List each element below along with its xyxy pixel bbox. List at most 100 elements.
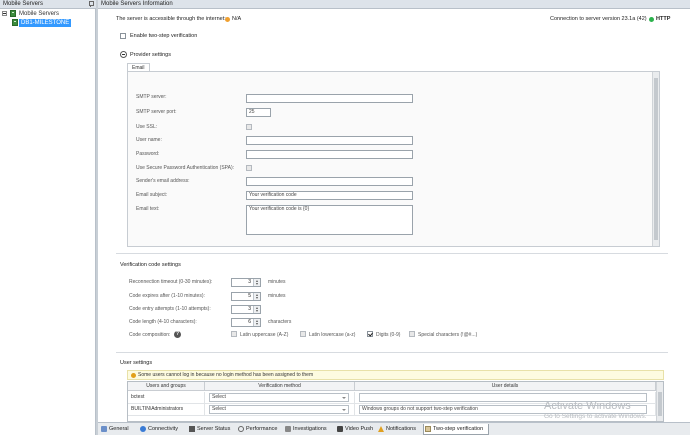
reconnection-unit: minutes — [268, 279, 286, 285]
code-attempts-label: Code entry attempts (1-10 attempts): — [129, 306, 211, 312]
envelope-icon — [425, 426, 431, 432]
table-row-user[interactable]: BUILTIN\Administrators — [128, 404, 205, 416]
provider-scroll-thumb[interactable] — [654, 78, 658, 240]
activate-windows-subtitle: Go to Settings to activate Windows. — [544, 413, 647, 420]
use-ssl-label: Use SSL: — [136, 124, 158, 130]
user-name-label: User name: — [136, 137, 162, 143]
code-attempts-stepper[interactable]: 3 — [231, 305, 261, 314]
divider — [116, 253, 668, 254]
tab-video-push[interactable]: Video Push — [336, 424, 373, 435]
email-text-input[interactable]: Your verification code is {0} — [246, 205, 413, 235]
reconnection-timeout-value: 3 — [248, 279, 251, 285]
latin-lowercase-checkbox[interactable] — [300, 331, 306, 337]
grid-scrollbar[interactable] — [656, 382, 663, 421]
warning-icon — [131, 373, 136, 378]
mobile-server-icon — [12, 19, 18, 26]
digits-checkbox[interactable] — [367, 331, 373, 337]
column-header-users[interactable]: Users and groups — [128, 382, 205, 391]
column-header-method[interactable]: Verification method — [205, 382, 355, 391]
tab-two-step-verification[interactable]: Two-step verification — [423, 424, 489, 435]
video-icon — [337, 426, 343, 432]
verification-method-select[interactable]: Select — [209, 405, 349, 414]
bottom-tab-bar: General Connectivity Server Status Perfo… — [98, 422, 690, 435]
login-warning-bar: Some users cannot log in because no logi… — [127, 370, 664, 380]
code-expire-label: Code expires after (1-10 minutes): — [129, 293, 205, 299]
globe-icon — [140, 426, 146, 432]
smtp-port-label: SMTP server port: — [136, 109, 177, 115]
enable-two-step-label: Enable two-step verification — [130, 33, 198, 39]
spa-label: Use Secure Password Authentication (SPA)… — [136, 165, 235, 171]
code-length-value: 6 — [248, 319, 251, 325]
server-status-icon — [189, 426, 195, 432]
grid-scroll-thumb[interactable] — [658, 392, 662, 416]
latin-uppercase-checkbox[interactable] — [231, 331, 237, 337]
code-length-stepper[interactable]: 6 — [231, 318, 261, 327]
server-tree: Mobile Servers DB1-MILESTONE — [0, 9, 96, 435]
special-characters-checkbox[interactable] — [409, 331, 415, 337]
user-name-input[interactable] — [246, 136, 413, 145]
chevron-down-icon — [342, 409, 346, 411]
sender-email-input[interactable] — [246, 177, 413, 186]
collapse-section-icon[interactable] — [120, 51, 127, 58]
activate-windows-title: Activate Windows — [544, 400, 631, 412]
column-header-details[interactable]: User details — [355, 382, 656, 391]
use-ssl-checkbox[interactable] — [246, 124, 252, 130]
email-subject-input[interactable]: Your verification code — [246, 191, 413, 200]
stepper-arrows-icon[interactable] — [253, 279, 260, 286]
help-icon[interactable]: ? — [174, 331, 181, 338]
right-pane-title-text: Mobile Servers Information — [101, 1, 173, 7]
table-row-method[interactable]: Select — [205, 404, 355, 416]
tab-general[interactable]: General — [100, 424, 129, 435]
tab-performance[interactable]: Performance — [237, 424, 278, 435]
internet-status-value: N/A — [232, 16, 242, 22]
tab-notifications[interactable]: Notifications — [377, 424, 416, 435]
chevron-down-icon — [342, 397, 346, 399]
pin-icon[interactable] — [88, 1, 94, 7]
code-expire-value: 5 — [248, 293, 251, 299]
server-information-panel: The server is accessible through the int… — [98, 9, 690, 422]
collapse-icon[interactable] — [2, 11, 7, 16]
reconnection-timeout-stepper[interactable]: 3 — [231, 278, 261, 287]
special-characters-label: Special characters (!@#...) — [418, 332, 478, 338]
user-settings-title: User settings — [120, 360, 153, 366]
left-pane-title: Mobile Servers — [0, 0, 97, 9]
stepper-arrows-icon[interactable] — [253, 319, 260, 326]
smtp-port-input[interactable]: 25 — [246, 108, 271, 117]
connection-dot-icon — [649, 17, 654, 22]
table-row-method[interactable]: Select — [205, 392, 355, 404]
code-composition-label: Code composition: — [129, 332, 171, 338]
tab-server-status[interactable]: Server Status — [188, 424, 230, 435]
divider — [116, 352, 668, 353]
sender-email-label: Sender's email address: — [136, 178, 190, 184]
email-text-label: Email text: — [136, 206, 160, 212]
enable-two-step-checkbox[interactable] — [120, 33, 126, 39]
gauge-icon — [238, 426, 244, 432]
reconnection-timeout-label: Reconnection timeout (0-30 minutes): — [129, 279, 213, 285]
password-input[interactable] — [246, 150, 413, 159]
stepper-arrows-icon[interactable] — [253, 306, 260, 313]
smtp-server-label: SMTP server: — [136, 94, 167, 100]
connection-status: Connection to server version 23.1a (42) — [550, 16, 647, 22]
provider-scrollbar[interactable] — [652, 72, 659, 246]
verification-method-select[interactable]: Select — [209, 393, 349, 402]
general-icon — [101, 426, 107, 432]
tab-connectivity[interactable]: Connectivity — [139, 424, 178, 435]
login-warning-text: Some users cannot log in because no logi… — [138, 372, 314, 378]
tab-investigations[interactable]: Investigations — [284, 424, 327, 435]
email-subject-label: Email subject: — [136, 192, 168, 198]
right-pane-title: Mobile Servers Information — [98, 0, 690, 9]
spa-checkbox[interactable] — [246, 165, 252, 171]
table-row-user[interactable]: bctest — [128, 392, 205, 404]
verification-settings-title: Verification code settings — [120, 262, 181, 268]
provider-settings-title: Provider settings — [130, 52, 171, 58]
stepper-arrows-icon[interactable] — [253, 293, 260, 300]
smtp-server-input[interactable] — [246, 94, 413, 103]
tree-item-label: DB1-MILESTONE — [19, 19, 72, 27]
warning-triangle-icon — [378, 426, 384, 432]
status-dot-icon — [225, 17, 230, 22]
protocol-value: HTTP — [656, 16, 671, 22]
code-expire-stepper[interactable]: 5 — [231, 292, 261, 301]
code-length-unit: characters — [268, 319, 292, 325]
internet-status-label: The server is accessible through the int… — [116, 16, 226, 22]
email-provider-group: SMTP server: SMTP server port: 25 Use SS… — [127, 71, 660, 247]
